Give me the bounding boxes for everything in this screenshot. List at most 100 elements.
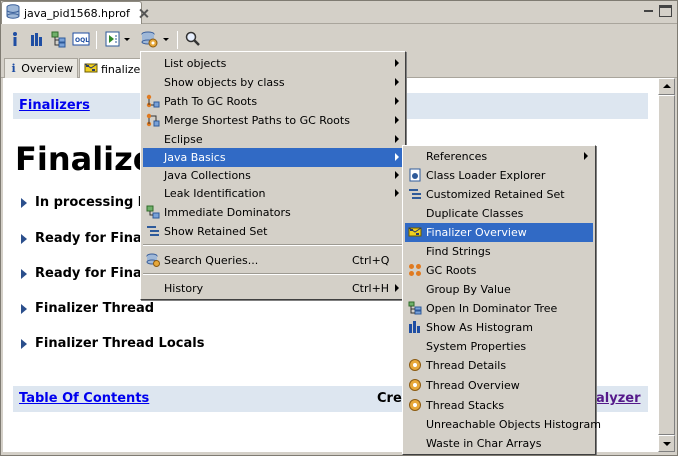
thread-gear-icon [408,358,422,372]
expand-icon [21,338,27,349]
menu-item-label: Unreachable Objects Histogram [426,418,601,431]
menu-item-label: GC Roots [426,264,477,277]
heap-dump-icon [6,3,20,23]
menu-item-thread-overview[interactable]: Thread Overview [405,376,593,395]
chevron-down-icon[interactable] [162,30,170,48]
menu-item-merge-shortest-paths[interactable]: Merge Shortest Paths to GC Roots [143,111,403,130]
menu-item-label: Thread Stacks [426,399,505,412]
menu-item-system-properties[interactable]: System Properties [405,337,593,356]
menu-item-label: Class Loader Explorer [426,169,546,182]
menu-item-thread-details[interactable]: Thread Details [405,356,593,375]
menu-item-label: Customized Retained Set [426,188,565,201]
menu-item-label: Show Retained Set [164,225,268,238]
finalizer-icon [84,62,98,77]
submenu-arrow-icon [395,189,399,197]
menu-item-label: References [426,150,488,163]
minimize-icon[interactable] [642,4,656,18]
close-icon[interactable] [138,8,141,19]
analyzer-link[interactable]: alyzer [596,391,641,406]
dominator-tree-icon[interactable] [50,30,68,48]
merge-paths-icon [146,113,160,127]
expand-icon [21,197,27,208]
section-label: In processing l [35,195,143,210]
toolbar-separator [177,31,178,49]
scroll-up-icon[interactable] [658,78,675,95]
search-icon[interactable] [184,30,202,48]
scroll-thumb[interactable] [658,95,675,435]
section-finalizer-thread[interactable]: Finalizer Thread [21,301,154,316]
submenu-arrow-icon [395,135,399,143]
menu-item-open-in-dominator-tree[interactable]: Open In Dominator Tree [405,299,593,318]
menu-item-finalizer-overview[interactable]: Finalizer Overview [405,223,593,242]
thread-gear-icon [408,398,422,412]
menu-item-search-queries[interactable]: Search Queries... Ctrl+Q [143,251,403,270]
menu-item-references[interactable]: References [405,147,593,166]
submenu-arrow-icon [395,97,399,105]
run-report-icon[interactable] [104,30,122,48]
menu-item-customized-retained-set[interactable]: Customized Retained Set [405,185,593,204]
finalizer-icon [408,225,422,239]
expand-icon [21,303,27,314]
menu-separator [143,244,403,246]
gc-roots-icon [408,263,422,277]
menu-separator [143,273,403,275]
menu-item-immediate-dominators[interactable]: Immediate Dominators [143,203,403,222]
section-finalizer-thread-locals[interactable]: Finalizer Thread Locals [21,336,204,351]
tab-overview[interactable]: i Overview [4,58,78,78]
info-icon: i [11,62,16,75]
menu-item-path-to-gc-roots[interactable]: Path To GC Roots [143,92,403,111]
menu-item-java-basics[interactable]: Java Basics [143,148,403,167]
finalizers-link[interactable]: Finalizers [19,98,90,113]
histogram-icon[interactable] [28,30,46,48]
toolbar-separator [96,31,97,49]
menu-item-gc-roots[interactable]: GC Roots [405,261,593,280]
dominator-tree-icon [408,301,422,315]
editor-tab-label: java_pid1568.hprof [24,6,130,20]
menu-item-show-as-histogram[interactable]: Show As Histogram [405,318,593,337]
menu-item-history[interactable]: History Ctrl+H [143,279,403,298]
menu-item-label: System Properties [426,340,527,353]
menu-item-label: Waste in Char Arrays [426,437,542,450]
submenu-arrow-icon [395,284,399,292]
menu-item-label: Thread Details [426,359,507,372]
vertical-scrollbar[interactable] [658,78,675,452]
editor-tab[interactable]: java_pid1568.hprof [1,1,142,24]
menu-item-find-strings[interactable]: Find Strings [405,242,593,261]
menu-item-waste-in-char-arrays[interactable]: Waste in Char Arrays [405,434,593,453]
menu-item-leak-identification[interactable]: Leak Identification [143,184,403,203]
menu-item-label: Search Queries... [164,254,259,267]
menu-item-java-collections[interactable]: Java Collections [143,166,403,185]
info-icon[interactable] [6,30,24,48]
maximize-icon[interactable] [659,5,672,17]
section-ready-for-finalizer-2[interactable]: Ready for Fina [21,266,142,281]
tab-finalizer[interactable]: finalizer [79,58,149,79]
search-queries-icon [146,253,160,267]
table-of-contents-link[interactable]: Table Of Contents [19,391,149,406]
section-in-processing[interactable]: In processing l [21,195,142,210]
chevron-down-icon[interactable] [123,30,131,48]
scroll-down-icon[interactable] [658,435,675,452]
menu-item-eclipse[interactable]: Eclipse [143,130,403,149]
menu-item-show-retained-set[interactable]: Show Retained Set [143,222,403,241]
menu-item-duplicate-classes[interactable]: Duplicate Classes [405,204,593,223]
editor-tab-strip: java_pid1568.hprof [0,0,678,24]
menu-item-class-loader-explorer[interactable]: Class Loader Explorer [405,166,593,185]
submenu-arrow-icon [395,59,399,67]
menu-item-label: Open In Dominator Tree [426,302,558,315]
menu-item-list-objects[interactable]: List objects [143,54,403,73]
section-ready-for-finalizer-1[interactable]: Ready for Fina [21,231,142,246]
menu-item-label: Java Basics [164,151,226,164]
submenu-arrow-icon [395,171,399,179]
menu-item-thread-stacks[interactable]: Thread Stacks [405,396,593,415]
section-label: Finalizer Thread [35,301,155,316]
submenu-arrow-icon [395,116,399,124]
query-browser-icon[interactable] [140,30,158,48]
oql-icon[interactable]: OQL [72,30,90,48]
menu-item-label: List objects [164,57,227,70]
menu-item-label: Group By Value [426,283,511,296]
thread-gear-icon [408,378,422,392]
menu-item-show-objects-by-class[interactable]: Show objects by class [143,73,403,92]
menu-item-group-by-value[interactable]: Group By Value [405,280,593,299]
customized-retained-icon [408,187,422,201]
menu-item-unreachable-objects-histogram[interactable]: Unreachable Objects Histogram [405,415,601,434]
